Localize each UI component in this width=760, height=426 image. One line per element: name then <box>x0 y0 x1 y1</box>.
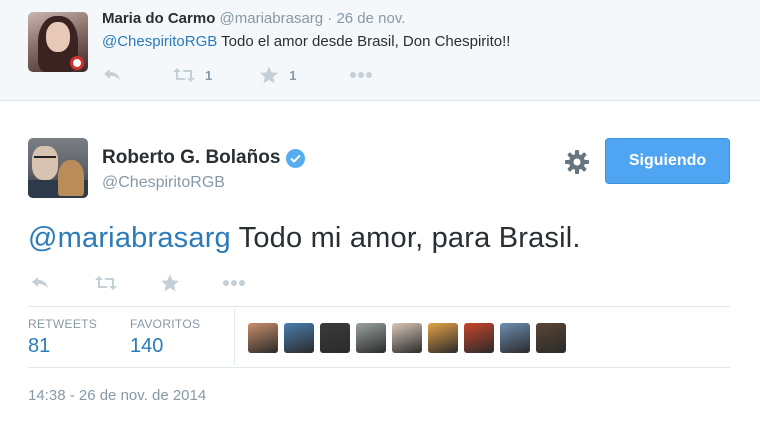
retweet-icon <box>173 68 195 82</box>
more-icon <box>350 72 373 78</box>
tweet-retweet-button[interactable] <box>94 275 118 291</box>
reply-icon <box>104 69 120 80</box>
reply-text: @ChespiritoRGB Todo el amor desde Brasil… <box>102 33 510 50</box>
gear-icon <box>565 150 589 174</box>
tweet-stats: RETWEETS 81 FAVORITOS 140 <box>28 306 730 368</box>
retweet-icon <box>95 276 117 290</box>
reply-time[interactable]: · 26 de nov. <box>327 10 405 27</box>
tweet-body: Todo mi amor, para Brasil. <box>230 222 581 254</box>
favoriters-avatars <box>248 323 566 353</box>
favoriter-avatar[interactable] <box>248 323 278 353</box>
reply-author-name[interactable]: Maria do Carmo <box>102 10 215 27</box>
author-handle[interactable]: @ChespiritoRGB <box>102 174 225 192</box>
tweet-text: @mariabrasarg Todo mi amor, para Brasil. <box>28 222 581 255</box>
author-name[interactable]: Roberto G. Bolaños <box>102 147 280 169</box>
favoriter-avatar[interactable] <box>536 323 566 353</box>
star-icon <box>161 274 179 292</box>
reply-favorite-count: 1 <box>289 67 297 83</box>
settings-button[interactable] <box>564 149 590 175</box>
reply-tweet[interactable]: Maria do Carmo @mariabrasarg · 26 de nov… <box>0 0 760 101</box>
author-avatar[interactable] <box>28 138 88 198</box>
reply-more-button[interactable] <box>349 71 373 79</box>
reply-mention-link[interactable]: @ChespiritoRGB <box>102 33 217 50</box>
favoriter-avatar[interactable] <box>356 323 386 353</box>
favoriter-avatar[interactable] <box>500 323 530 353</box>
retweets-label: RETWEETS <box>28 317 98 331</box>
reply-icon <box>32 277 48 288</box>
reply-body: Todo el amor desde Brasil, Don Chespirit… <box>217 33 511 50</box>
tweet-mention-link[interactable]: @mariabrasarg <box>28 222 231 254</box>
favoriter-avatar[interactable] <box>284 323 314 353</box>
favoriter-avatar[interactable] <box>320 323 350 353</box>
tweet-actions <box>30 274 246 292</box>
favoriter-avatar[interactable] <box>464 323 494 353</box>
verified-icon <box>286 148 306 168</box>
favorites-stat[interactable]: FAVORITOS 140 <box>130 317 200 358</box>
reply-actions: 1 1 <box>102 66 373 84</box>
tweet-favorite-button[interactable] <box>160 274 180 292</box>
author-name-row[interactable]: Roberto G. Bolaños <box>102 147 306 169</box>
retweets-stat[interactable]: RETWEETS 81 <box>28 317 97 358</box>
tweet-timestamp[interactable]: 14:38 - 26 de nov. de 2014 <box>28 387 206 404</box>
tweet-more-button[interactable] <box>222 279 246 287</box>
star-icon <box>260 66 279 84</box>
more-icon <box>223 280 245 286</box>
reply-header: Maria do Carmo @mariabrasarg · 26 de nov… <box>102 10 405 27</box>
reply-reply-button[interactable] <box>102 67 122 83</box>
stats-divider <box>234 309 235 365</box>
favoriter-avatar[interactable] <box>428 323 458 353</box>
following-button[interactable]: Siguiendo <box>605 138 730 184</box>
reply-retweet-button[interactable]: 1 <box>172 67 212 83</box>
favorites-count[interactable]: 140 <box>130 335 200 358</box>
reply-favorite-button[interactable]: 1 <box>259 66 296 84</box>
retweets-count[interactable]: 81 <box>28 335 97 358</box>
reply-author-handle[interactable]: @mariabrasarg <box>220 10 324 27</box>
tweet-reply-button[interactable] <box>30 275 50 291</box>
reply-avatar[interactable] <box>28 12 88 72</box>
favoriter-avatar[interactable] <box>392 323 422 353</box>
favorites-label: FAVORITOS <box>130 317 201 331</box>
reply-retweet-count: 1 <box>205 67 213 83</box>
